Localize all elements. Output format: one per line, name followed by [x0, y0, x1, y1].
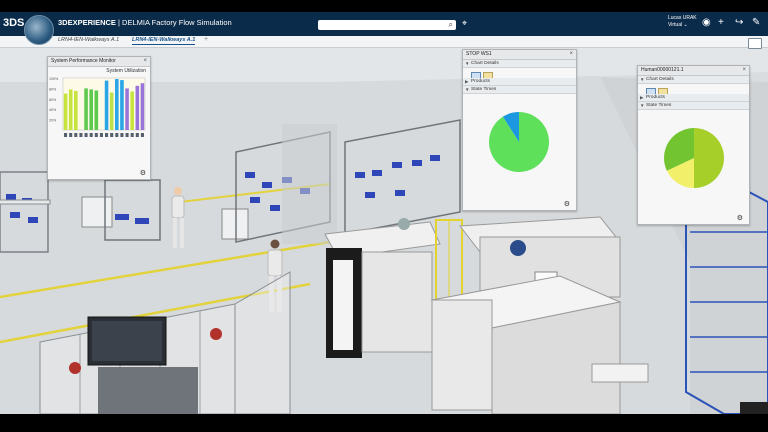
- performance-monitor-window[interactable]: System Performance Monitor × System Utili…: [47, 56, 151, 180]
- resource-icon: [130, 133, 134, 137]
- settings-icon[interactable]: ⚙: [140, 169, 146, 177]
- add-tab-icon[interactable]: +: [204, 36, 208, 43]
- resource-icon: [89, 133, 93, 137]
- y-tick-label: 60%: [49, 98, 57, 102]
- user-menu[interactable]: Lucas URAK Virtual ⌄: [668, 15, 697, 29]
- resource-icon: [84, 133, 88, 137]
- y-tick-label: 40%: [49, 108, 57, 112]
- pie-slice: [694, 128, 724, 188]
- section-chart-details[interactable]: ▼ Chart Details: [638, 76, 749, 84]
- compass-icon[interactable]: [24, 15, 54, 45]
- resource-icon: [110, 133, 114, 137]
- resource-icon: [74, 133, 78, 137]
- section-products[interactable]: ▶ Products: [638, 94, 749, 102]
- stop-ws1-window[interactable]: STOP WS1 × ▼ Chart Details ▶ Products ▼ Stat…: [462, 49, 577, 211]
- viewer-toolbar[interactable]: [740, 402, 768, 414]
- app-title: 3DEXPERIENCE | DELMIA Factory Flow Simul…: [58, 18, 232, 27]
- resource-icon: [115, 133, 119, 137]
- utilization-bar-chart: 100% 80% 60% 40% 20%: [49, 77, 146, 137]
- close-icon[interactable]: ×: [143, 57, 147, 66]
- resource-icon: [64, 133, 68, 137]
- pie-slice: [489, 112, 550, 172]
- search-input[interactable]: ⌕: [318, 20, 456, 30]
- viewer-settings-icon[interactable]: [748, 38, 762, 49]
- chart-toolbar: [638, 84, 749, 97]
- bar: [135, 85, 140, 130]
- share-icon[interactable]: ↪: [735, 17, 743, 29]
- y-tick-label: 80%: [49, 87, 57, 91]
- section-state-times[interactable]: ▼ State Times: [638, 102, 749, 110]
- settings-icon[interactable]: ⚙: [564, 200, 570, 208]
- bar: [120, 80, 124, 130]
- tab-bar: LRN4-IEN-Walkways A.1 LRN4-IEN-Walkways …: [0, 36, 768, 48]
- section-state-times[interactable]: ▼ State Times: [463, 86, 576, 94]
- settings-icon[interactable]: ⚙: [737, 214, 743, 222]
- tools-icon[interactable]: ✎: [752, 17, 760, 29]
- resource-icon: [135, 133, 139, 137]
- bar: [68, 89, 73, 130]
- tab-walkways-2[interactable]: LRN4-IEN-Walkways A.1: [132, 37, 196, 45]
- 3ds-logo-icon: 3DS: [3, 17, 25, 29]
- resource-icon: [69, 133, 73, 137]
- y-tick-label: 100%: [49, 77, 59, 81]
- close-icon[interactable]: ×: [742, 66, 746, 75]
- section-chart-details[interactable]: ▼ Chart Details: [463, 60, 576, 68]
- user-profile-icon[interactable]: ◉: [702, 17, 711, 29]
- resource-icon: [125, 133, 129, 137]
- state-times-pie-chart: [489, 112, 550, 172]
- resource-icon: [79, 133, 83, 137]
- glass-column: [282, 124, 337, 244]
- bar: [140, 83, 145, 130]
- top-bar: 3DS 3DEXPERIENCE | DELMIA Factory Flow S…: [0, 12, 768, 36]
- tab-walkways-1[interactable]: LRN4-IEN-Walkways A.1: [58, 37, 119, 43]
- bar: [94, 90, 99, 130]
- machine-black[interactable]: [324, 218, 441, 358]
- tag-icon[interactable]: ⌖: [462, 18, 467, 29]
- chart-toolbar: [463, 68, 576, 81]
- bar: [74, 91, 78, 130]
- bar: [104, 80, 109, 130]
- bar: [63, 93, 68, 130]
- close-icon[interactable]: ×: [569, 50, 573, 59]
- resource-icon: [105, 133, 109, 137]
- state-times-pie-chart: [664, 128, 724, 188]
- bar: [89, 89, 93, 130]
- resource-icon: [94, 133, 98, 137]
- performance-monitor-title[interactable]: System Performance Monitor ×: [48, 57, 150, 67]
- add-icon[interactable]: +: [718, 17, 724, 29]
- stop-ws1-title[interactable]: STOP WS1 ×: [463, 50, 576, 60]
- section-products[interactable]: ▶ Products: [463, 78, 576, 86]
- resource-icon: [140, 133, 144, 137]
- bar: [109, 92, 114, 130]
- bar: [84, 88, 88, 130]
- human-window[interactable]: Human00000121.1 × ▼ Chart Details ▶ Product…: [637, 65, 750, 225]
- search-icon[interactable]: ⌕: [449, 20, 453, 30]
- bar: [130, 91, 134, 130]
- bar: [125, 88, 129, 130]
- app-frame: 3DS 3DEXPERIENCE | DELMIA Factory Flow S…: [0, 12, 768, 414]
- bar: [115, 79, 119, 130]
- resource-icon: [120, 133, 124, 137]
- y-tick-label: 20%: [49, 119, 57, 123]
- resource-icon: [99, 133, 103, 137]
- chart-label: System Utilization: [106, 68, 146, 74]
- human-window-title[interactable]: Human00000121.1 ×: [638, 66, 749, 76]
